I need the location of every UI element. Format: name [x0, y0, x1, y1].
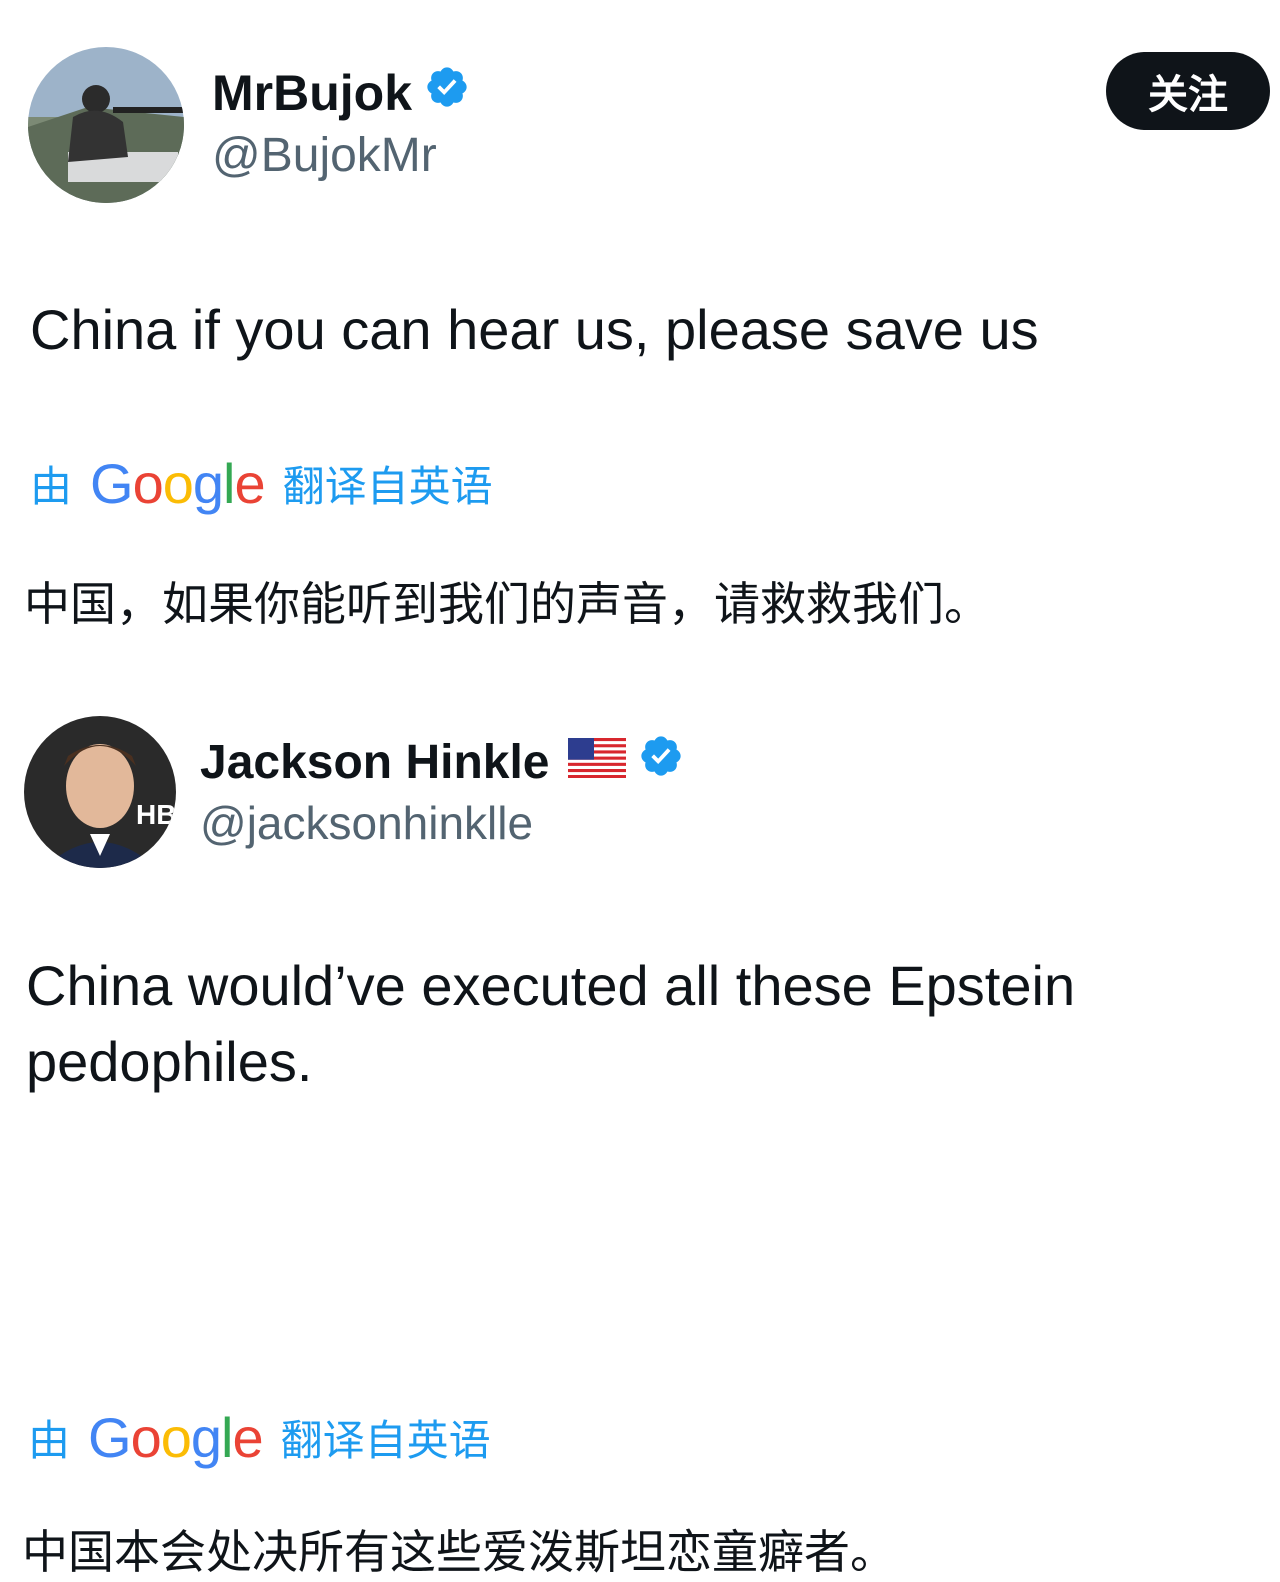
translated-by-label[interactable]: 由 Google 翻译自英语	[28, 1405, 491, 1469]
author-name-text[interactable]: Jackson Hinkle	[200, 735, 550, 790]
translated-by-label[interactable]: 由 Google 翻译自英语	[30, 451, 493, 515]
us-flag-icon	[567, 735, 626, 790]
tweet-text: China if you can hear us, please save us	[30, 298, 1039, 361]
translated-from-label: 翻译自英语	[282, 461, 493, 511]
svg-text:HB: HB	[136, 799, 176, 830]
author-name-text[interactable]: MrBujok	[212, 64, 412, 122]
follow-button[interactable]: 关注	[1106, 52, 1270, 130]
translated-by-prefix: 由	[28, 1415, 71, 1465]
translated-from-label: 翻译自英语	[280, 1415, 491, 1465]
author-handle[interactable]: @BujokMr	[212, 128, 437, 183]
author-name[interactable]: MrBujok	[212, 62, 470, 124]
verified-badge-icon	[424, 64, 470, 122]
translated-by-prefix: 由	[30, 461, 73, 511]
author-name[interactable]: Jackson Hinkle	[200, 733, 684, 791]
avatar[interactable]	[28, 47, 184, 203]
verified-badge-icon	[638, 733, 684, 791]
google-logo: Google	[90, 451, 266, 515]
tweet-text: China would’ve executed all these Epstei…	[26, 954, 1076, 1093]
translated-text: 中国，如果你能听到我们的声音，请救救我们。	[24, 577, 990, 631]
translated-text: 中国本会处决所有这些爱泼斯坦恋童癖者。	[22, 1525, 896, 1579]
avatar[interactable]: HB	[24, 716, 176, 868]
author-handle[interactable]: @jacksonhinklle	[200, 796, 533, 850]
google-logo: Google	[88, 1405, 264, 1469]
